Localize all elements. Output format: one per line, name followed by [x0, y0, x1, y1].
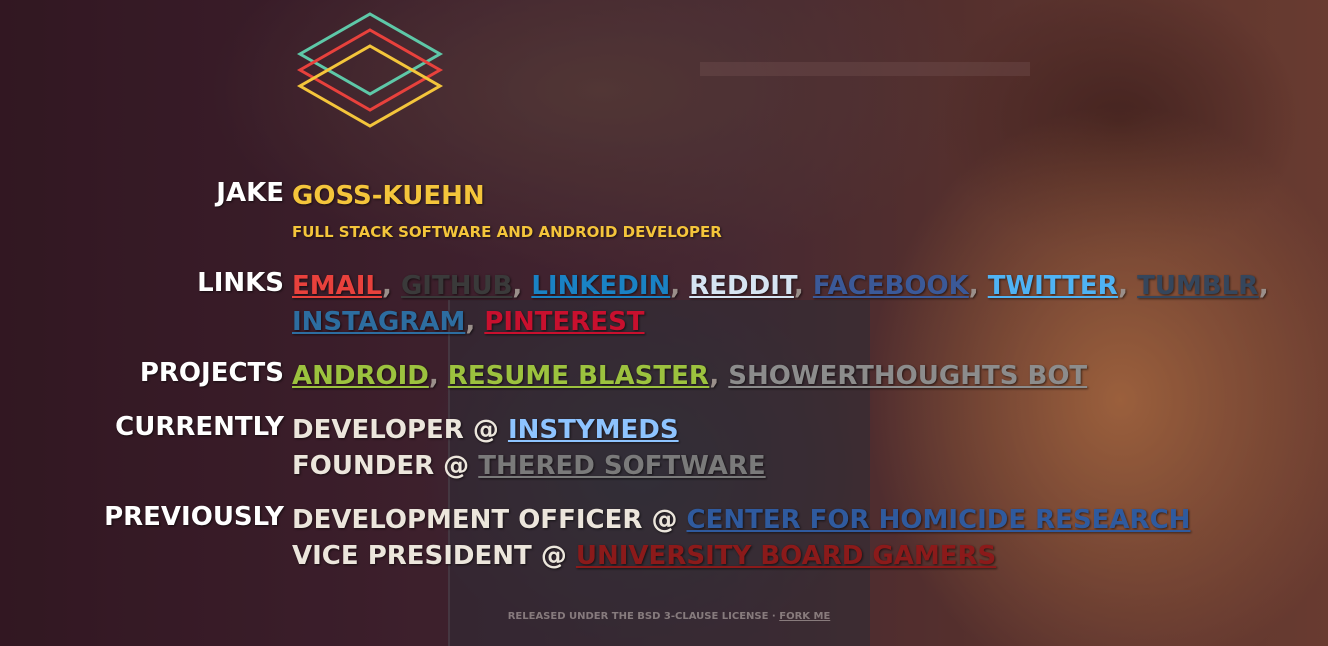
license-text: RELEASED UNDER THE BSD 3-CLAUSE LICENSE … [507, 611, 776, 622]
links-list: EMAIL, GITHUB, LINKEDIN, REDDIT, FACEBOO… [292, 271, 1269, 337]
link-reddit[interactable]: REDDIT [689, 271, 794, 301]
fork-me-link[interactable]: FORK ME [779, 611, 830, 622]
previous-role: VICE PRESIDENT @ UNIVERSITY BOARD GAMERS [292, 538, 1190, 574]
role-at: @ [651, 505, 678, 535]
previously-list: DEVELOPMENT OFFICER @ CENTER FOR HOMICID… [292, 502, 1190, 574]
link-email[interactable]: EMAIL [292, 271, 382, 301]
role-at: @ [472, 415, 499, 445]
org-link-thered-software[interactable]: THERED SOFTWARE [478, 451, 765, 481]
last-name: GOSS-KUEHN [292, 178, 485, 214]
link-facebook[interactable]: FACEBOOK [813, 271, 969, 301]
org-link-university-board-gamers[interactable]: UNIVERSITY BOARD GAMERS [576, 541, 996, 571]
currently-list: DEVELOPER @ INSTYMEDS FOUNDER @ THERED S… [292, 412, 766, 484]
current-role: FOUNDER @ THERED SOFTWARE [292, 448, 766, 484]
org-link-center-for-homicide-research[interactable]: CENTER FOR HOMICIDE RESEARCH [687, 505, 1191, 535]
previous-role: DEVELOPMENT OFFICER @ CENTER FOR HOMICID… [292, 502, 1190, 538]
link-instagram[interactable]: INSTAGRAM [292, 307, 465, 337]
project-resume-blaster[interactable]: RESUME BLASTER [448, 361, 710, 391]
project-showerthoughts-bot[interactable]: SHOWERTHOUGHTS BOT [728, 361, 1087, 391]
currently-label: CURRENTLY [115, 412, 284, 442]
last-name-text: GOSS-KUEHN [292, 181, 485, 211]
projects-list: ANDROID, RESUME BLASTER, SHOWERTHOUGHTS … [292, 361, 1088, 391]
projects-label: PROJECTS [139, 358, 284, 388]
org-link-instymeds[interactable]: INSTYMEDS [508, 415, 679, 445]
links-label: LINKS [197, 268, 284, 298]
first-name: JAKE [216, 178, 284, 208]
link-twitter[interactable]: TWITTER [988, 271, 1118, 301]
logo-diamonds-icon [296, 12, 444, 128]
previously-label: PREVIOUSLY [104, 502, 284, 532]
current-role: DEVELOPER @ INSTYMEDS [292, 412, 766, 448]
role-at: @ [540, 541, 567, 571]
role-title: VICE PRESIDENT [292, 541, 532, 571]
link-tumblr[interactable]: TUMBLR [1137, 271, 1259, 301]
role-at: @ [443, 451, 470, 481]
tagline: FULL STACK SOFTWARE AND ANDROID DEVELOPE… [292, 223, 722, 241]
role-title: FOUNDER [292, 451, 435, 481]
link-github[interactable]: GITHUB [401, 271, 512, 301]
role-title: DEVELOPER [292, 415, 464, 445]
footer: RELEASED UNDER THE BSD 3-CLAUSE LICENSE … [5, 611, 1328, 622]
project-android[interactable]: ANDROID [292, 361, 429, 391]
link-linkedin[interactable]: LINKEDIN [531, 271, 670, 301]
link-pinterest[interactable]: PINTEREST [484, 307, 644, 337]
role-title: DEVELOPMENT OFFICER [292, 505, 643, 535]
